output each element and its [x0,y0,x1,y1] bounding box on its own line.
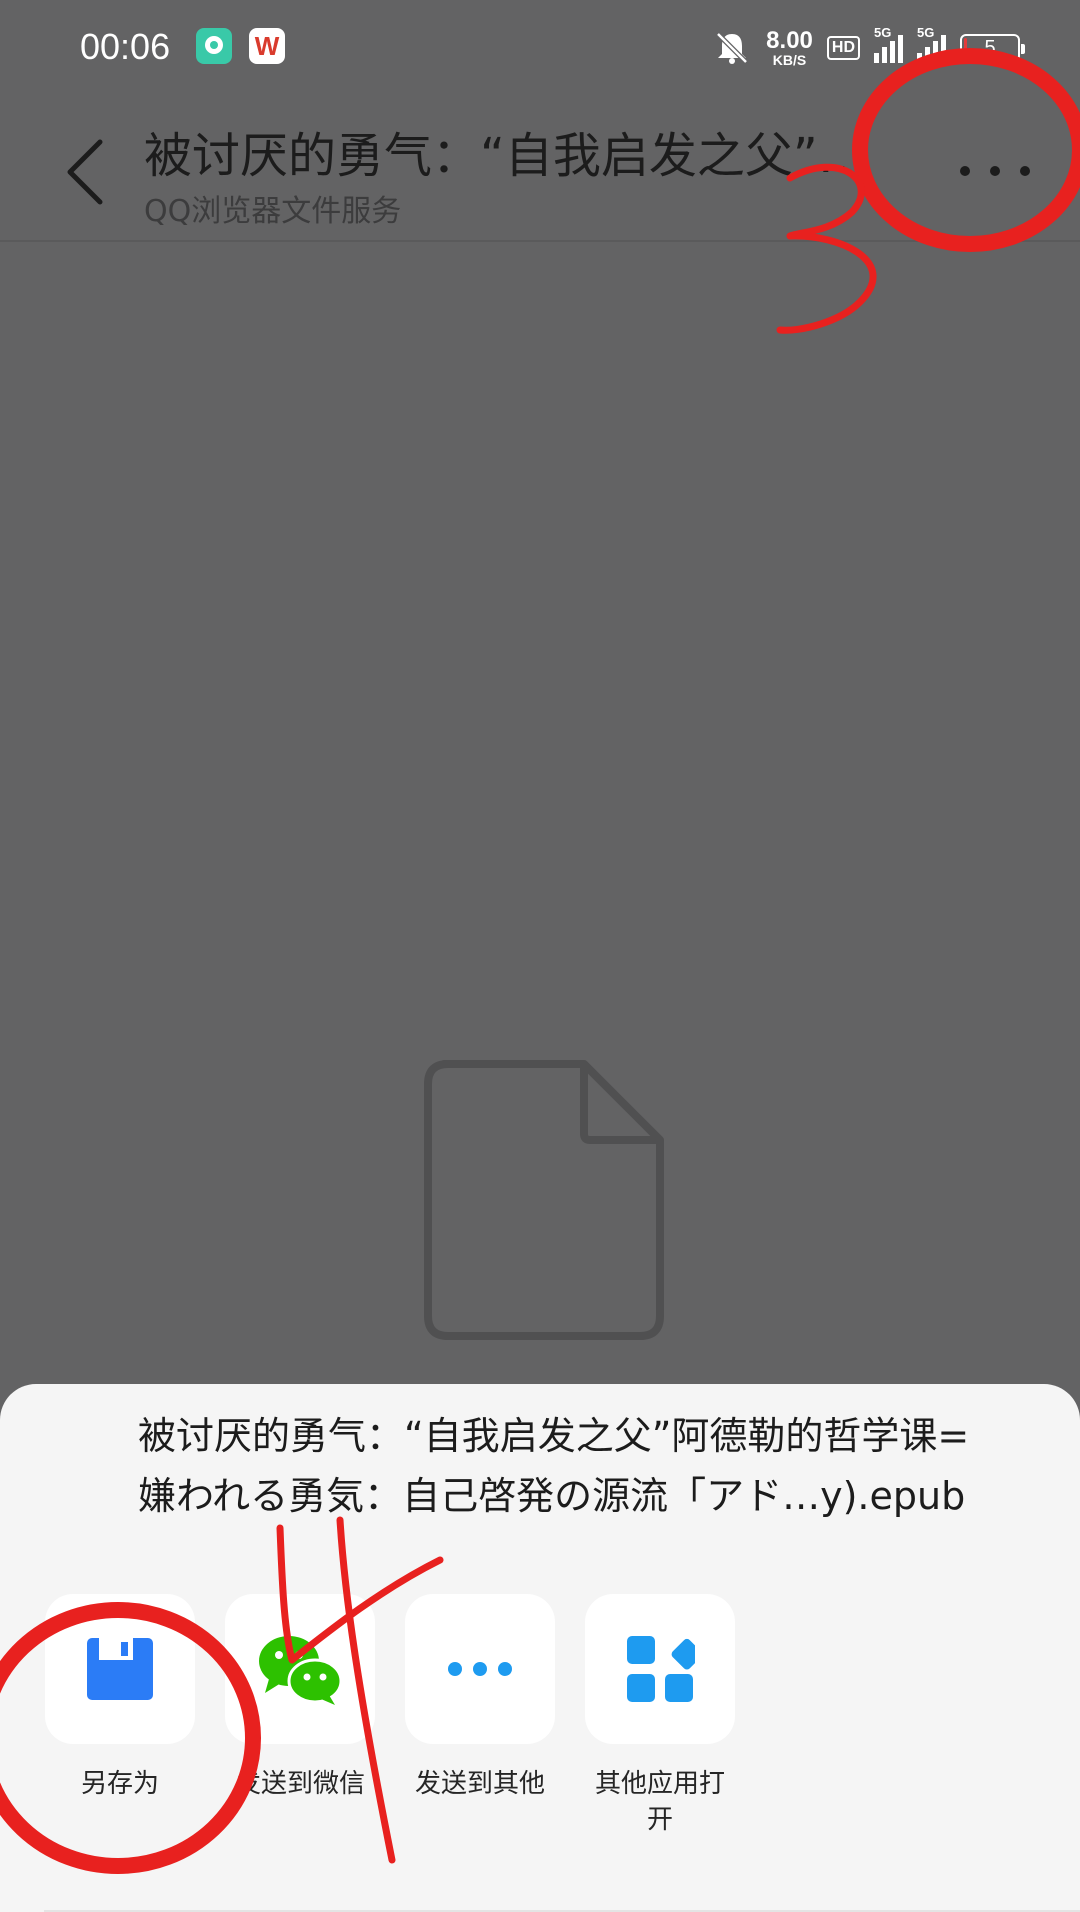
signal-1-icon: 5G [874,25,903,63]
hd-voice-icon: HD [826,36,860,60]
open-with-other-app-button[interactable]: 其他应用打开 [570,1594,750,1838]
wps-icon: W [249,28,285,64]
dot [960,166,970,176]
save-as-button[interactable]: 另存为 [30,1594,210,1838]
action-tile[interactable] [585,1594,735,1744]
battery-level: 5 [984,36,996,59]
network-speed: 8.00 KB/S [766,27,813,68]
qq-app-icon [196,28,232,64]
action-tile[interactable] [405,1594,555,1744]
header: 被讨厌的勇气：“自我启发之父”阿德勒的哲学课 QQ浏览器文件服务 [0,96,1080,242]
page-subtitle: QQ浏览器文件服务 [144,194,402,229]
send-to-other-button[interactable]: 发送到其他 [390,1594,570,1838]
dot [1020,166,1030,176]
wechat-icon [259,1636,343,1705]
back-button[interactable] [58,132,118,212]
status-bar: 00:06 W 8.00 KB/S HD 5G 5G 5 [0,0,1080,96]
action-tile[interactable] [225,1594,375,1744]
net-speed-unit: KB/S [772,52,807,68]
more-dots-icon [448,1662,512,1676]
action-label: 其他应用打开 [594,1769,725,1835]
sheet-filename: 被讨厌的勇气：“自我启发之父”阿德勒的哲学课= 嫌われる勇気：自己啓発の源流「ア… [138,1406,1038,1526]
sim1-type: 5G [874,25,892,40]
action-label: 另存为 [80,1769,159,1799]
share-sheet: 被讨厌的勇气：“自我启发之父”阿德勒的哲学课= 嫌われる勇気：自己啓発の源流「ア… [0,1384,1080,1912]
filename-line-1: 被讨厌的勇气：“自我启发之父”阿德勒的哲学课= [138,1414,970,1458]
file-placeholder-icon [424,1060,664,1340]
status-time: 00:06 [80,26,171,67]
action-label: 发送到其他 [414,1769,545,1799]
chevron-left-icon [67,139,103,205]
net-speed-value: 8.00 [766,27,813,54]
more-options-button[interactable] [960,156,1030,186]
action-label: 发送到微信 [234,1769,365,1799]
dot [990,166,1000,176]
save-icon [87,1638,153,1700]
signal-2-icon: 5G [917,25,946,63]
filename-line-2: 嫌われる勇気：自己啓発の源流「アド…y).epub [138,1474,966,1518]
mute-bell-icon [716,32,748,64]
send-to-wechat-button[interactable]: 发送到微信 [210,1594,390,1838]
action-row: 另存为 发送到微信 发送到其他 其他应用打开 [30,1594,750,1838]
page-title: 被讨厌的勇气：“自我启发之父”阿德勒的哲学课 [144,128,904,184]
battery-icon: 5 [960,34,1025,62]
action-tile[interactable] [45,1594,195,1744]
status-indicators: 8.00 KB/S HD 5G 5G 5 [712,25,1025,68]
apps-grid-icon [627,1636,695,1702]
sim2-type: 5G [917,25,935,40]
